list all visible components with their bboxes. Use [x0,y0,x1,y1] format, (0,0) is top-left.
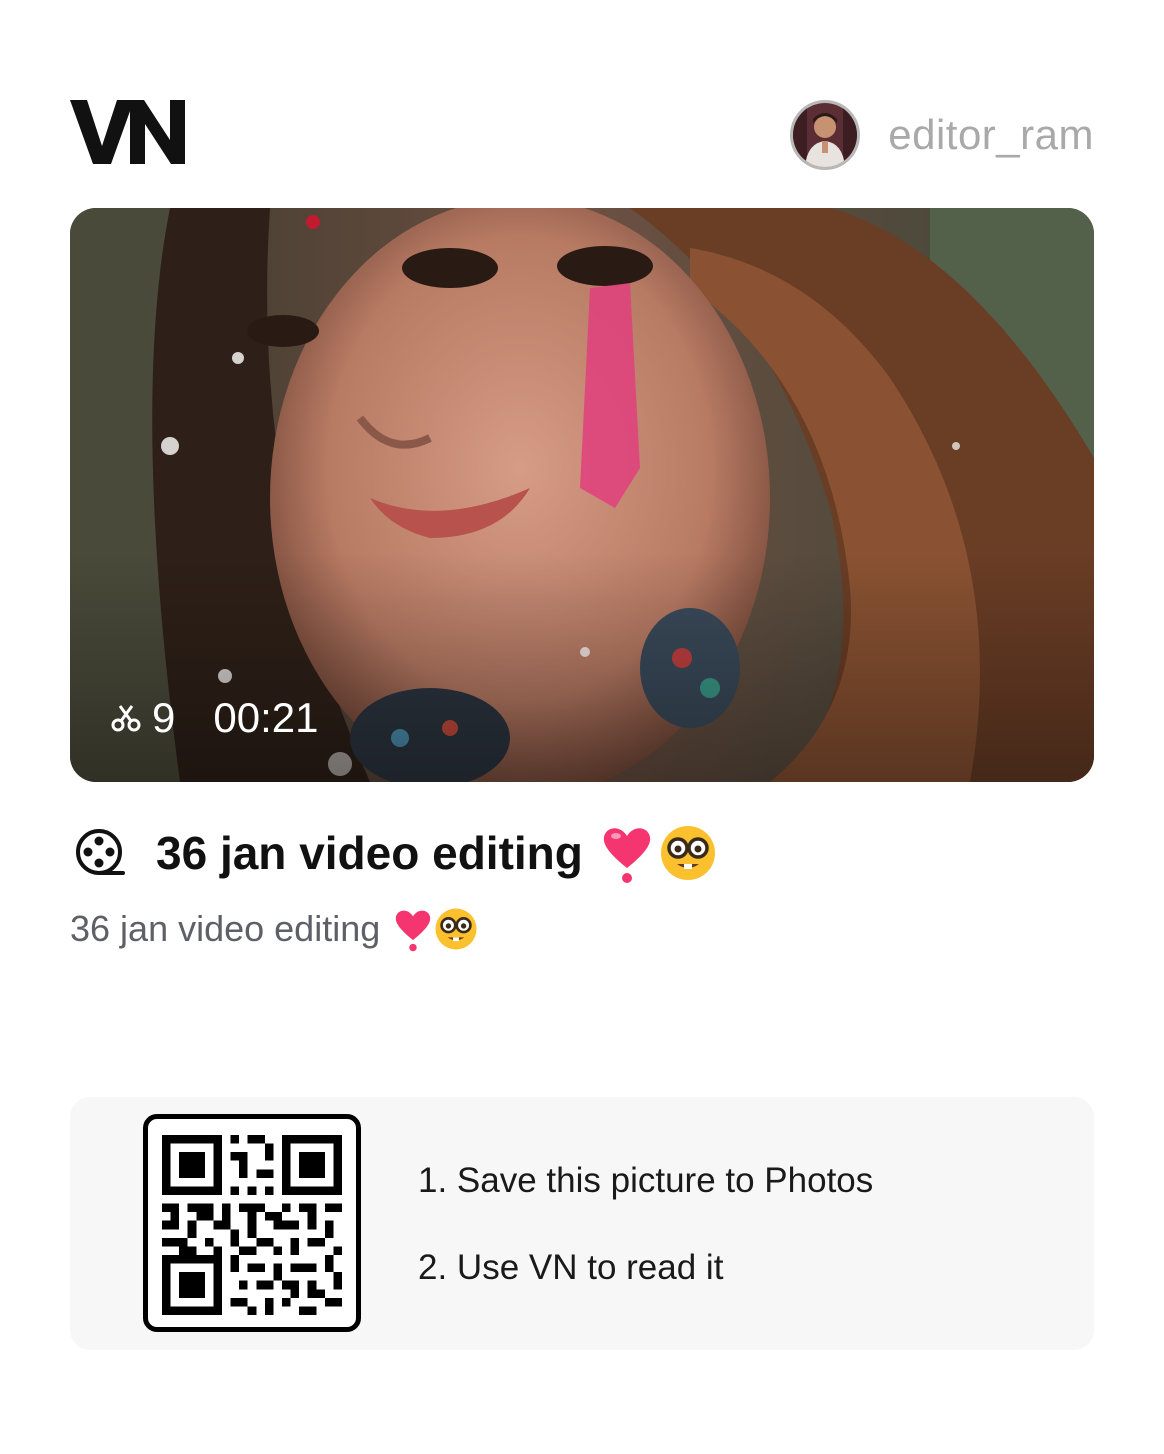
qr-code[interactable] [143,1114,361,1332]
video-description-row: 36 jan video editing [70,906,478,952]
nerd-face-emoji [660,826,715,880]
qr-panel: 1. Save this picture to Photos 2. Use VN… [70,1097,1094,1350]
scissors-icon [111,705,141,732]
video-title: 36 jan video editing [156,827,583,879]
username[interactable]: editor_ram [888,111,1094,159]
user-profile[interactable]: editor_ram [790,98,1094,172]
user-avatar[interactable] [790,100,861,170]
qr-step-1: 1. Save this picture to Photos [418,1161,874,1200]
video-cover[interactable]: 9 00:21 [70,208,1094,782]
heart-exclamation-emoji [396,910,431,952]
cover-meta: 9 00:21 [110,694,318,742]
clip-count: 9 [152,694,176,741]
video-duration: 00:21 [213,694,319,741]
qr-step-2: 2. Use VN to read it [418,1248,724,1287]
nerd-face-emoji [435,908,477,950]
vn-logo [70,100,185,164]
heart-exclamation-emoji [603,828,651,883]
title-row: 36 jan video editing [74,822,717,884]
video-description: 36 jan video editing [70,908,381,949]
film-reel-icon [76,829,125,875]
